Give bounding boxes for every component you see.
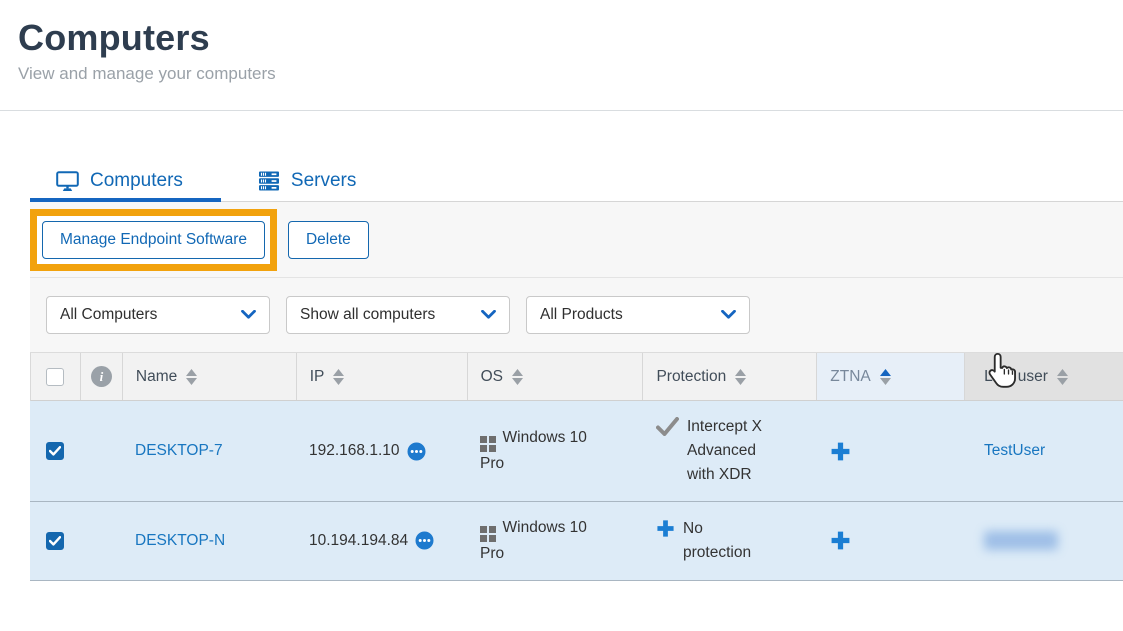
redacted-last-user [984,531,1058,550]
manage-endpoint-software-button[interactable]: Manage Endpoint Software [42,221,265,259]
ip-address: 10.194.194.84 [309,529,408,553]
dropdown-value: All Computers [60,306,157,324]
tab-servers[interactable]: Servers [248,161,366,201]
os-label: Windows 10 Pro [480,519,587,562]
protection-label: Intercept X Advanced with XDR [687,415,767,487]
ztna-cell [817,516,965,565]
tab-label: Computers [90,170,183,192]
column-label: IP [310,368,325,386]
check-icon [656,417,679,436]
tab-bar: Computers [30,161,1123,202]
sort-arrows-icon [333,369,344,385]
row-info-cell [80,437,122,465]
page-title: Computers [18,16,1123,60]
windows-icon [480,436,496,452]
row-select-cell [30,428,80,474]
dropdown-value: All Products [540,306,623,324]
ztna-add-icon[interactable] [830,441,851,462]
toolbar: Manage Endpoint Software Delete [30,202,1123,278]
row-checkbox[interactable] [46,532,64,550]
delete-button[interactable]: Delete [288,221,369,259]
info-icon: i [91,366,112,387]
chevron-down-icon [721,306,736,324]
ztna-add-icon[interactable] [830,530,851,551]
device-name-cell: DESKTOP-N [122,515,296,567]
sort-arrows-icon [1057,369,1068,385]
device-name-cell: DESKTOP-7 [122,425,296,477]
sort-arrows-icon-ascending [880,369,891,385]
column-header-os[interactable]: OS [468,353,644,400]
last-user-link[interactable]: TestUser [984,439,1045,463]
row-info-cell [80,527,122,555]
table-header-row: i Name IP OS [30,353,1123,401]
os-label: Windows 10 Pro [480,429,587,472]
ip-cell: 192.168.1.10 [296,425,467,477]
column-label: Protection [656,368,726,386]
protection-cell: No protection [643,503,817,579]
sort-arrows-icon [186,369,197,385]
column-label: OS [481,368,503,386]
ip-more-icon[interactable] [407,442,426,461]
products-dropdown[interactable]: All Products [526,296,750,334]
last-user-cell: TestUser [965,425,1123,477]
column-header-name[interactable]: Name [123,353,297,400]
column-header-ztna[interactable]: ZTNA [817,353,965,400]
sort-arrows-icon [512,369,523,385]
computers-view-dropdown[interactable]: Show all computers [286,296,510,334]
filter-bar: All Computers Show all computers All Pro… [30,278,1123,353]
page-header: Computers View and manage your computers [0,0,1123,84]
monitor-icon [56,171,79,192]
header-divider [0,110,1123,111]
last-user-cell [965,517,1123,564]
computers-group-dropdown[interactable]: All Computers [46,296,270,334]
ip-more-icon[interactable] [415,531,434,550]
annotation-highlight-box: Manage Endpoint Software [30,209,277,271]
page-subtitle: View and manage your computers [18,64,1123,84]
os-cell: Windows 10 Pro [467,502,643,580]
column-header-ip[interactable]: IP [297,353,468,400]
column-label: Last user [984,368,1048,386]
column-label: Name [136,368,177,386]
plus-icon[interactable] [656,519,675,538]
row-select-cell [30,518,80,564]
table-row: DESKTOP-N 10.194.194.84 Windows 10 Pro N… [30,502,1123,581]
computers-table: i Name IP OS [30,353,1123,581]
protection-label: No protection [683,517,763,565]
tab-label: Servers [291,170,356,192]
protection-cell: Intercept X Advanced with XDR [643,401,817,501]
chevron-down-icon [241,306,256,324]
servers-icon [258,171,280,191]
sort-arrows-icon [735,369,746,385]
column-header-protection[interactable]: Protection [643,353,817,400]
row-checkbox[interactable] [46,442,64,460]
os-cell: Windows 10 Pro [467,412,643,490]
ip-address: 192.168.1.10 [309,439,400,463]
ztna-cell [817,427,965,476]
select-all-cell [31,353,81,400]
chevron-down-icon [481,306,496,324]
column-header-last-user[interactable]: Last user [965,353,1123,400]
select-all-checkbox[interactable] [46,368,64,386]
ip-cell: 10.194.194.84 [296,515,467,567]
column-label: ZTNA [830,368,870,386]
table-row: DESKTOP-7 192.168.1.10 Windows 10 Pro In… [30,401,1123,502]
content-panel: Computers [30,161,1123,581]
device-name-link[interactable]: DESKTOP-7 [135,439,223,463]
info-column-header: i [81,353,123,400]
tab-computers[interactable]: Computers [30,161,221,201]
dropdown-value: Show all computers [300,306,435,324]
windows-icon [480,526,496,542]
device-name-link[interactable]: DESKTOP-N [135,529,225,553]
